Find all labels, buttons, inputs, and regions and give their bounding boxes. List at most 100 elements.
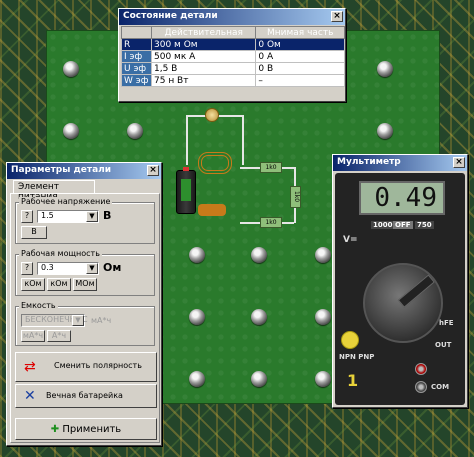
board-hole[interactable] — [63, 61, 79, 77]
probe-jack-red[interactable] — [415, 363, 427, 375]
row-imag: 0 В — [255, 62, 345, 75]
voltage-unit: В — [103, 209, 112, 222]
board-hole[interactable] — [189, 371, 205, 387]
row-key: I эф — [121, 50, 152, 63]
row-imag: 0 А — [255, 50, 345, 63]
table-header: Мнимая часть — [255, 26, 345, 39]
board-hole[interactable] — [377, 123, 393, 139]
swap-polarity-icon: ⇄ — [24, 359, 36, 375]
status-window-title: Состояние детали — [123, 11, 218, 21]
table-row[interactable]: I эф 500 мк А 0 А — [121, 50, 345, 63]
status-window-titlebar[interactable]: Состояние детали × — [119, 9, 345, 25]
apply-button[interactable]: ✚ Применить — [15, 418, 157, 440]
chevron-down-icon[interactable]: ▼ — [72, 315, 84, 326]
table-row[interactable]: W эф 75 н Вт – — [121, 74, 345, 87]
board-hole[interactable] — [189, 247, 205, 263]
unit-button[interactable]: МОм — [73, 278, 97, 291]
range-label: 1000 — [371, 221, 395, 229]
wire[interactable] — [242, 115, 244, 165]
capacity-unit: мА*ч — [91, 316, 112, 325]
voltage-prefix-button[interactable]: В — [21, 226, 47, 239]
table-header: Действительная — [150, 26, 257, 39]
close-icon[interactable]: × — [147, 165, 159, 176]
wire[interactable] — [186, 115, 188, 165]
board-hole[interactable] — [63, 123, 79, 139]
npn-pnp-label: NPN PNP — [339, 353, 375, 361]
status-window[interactable]: Состояние детали × Действительная Мнимая… — [118, 8, 346, 102]
battery-icon[interactable] — [176, 167, 196, 214]
board-hole[interactable] — [251, 309, 267, 325]
close-icon[interactable]: × — [331, 11, 343, 22]
multimeter-display: 0.49 — [359, 181, 445, 215]
row-real: 300 м Ом — [150, 38, 257, 51]
eternal-battery-label: Вечная батарейка — [46, 391, 123, 400]
params-window[interactable]: Параметры детали × Элемент питания Рабоч… — [6, 162, 162, 446]
params-window-titlebar[interactable]: Параметры детали × — [7, 163, 161, 179]
table-row[interactable]: R 300 м Ом 0 Ом — [121, 38, 345, 51]
capacity-unit-button[interactable]: А*ч — [47, 330, 71, 342]
apply-label: Применить — [62, 424, 122, 435]
row-imag: – — [255, 74, 345, 87]
help-button[interactable]: ? — [21, 262, 33, 275]
status-table: Действительная Мнимая часть R 300 м Ом 0… — [121, 26, 345, 87]
voltage-dc-label: V= — [343, 235, 358, 245]
board-hole[interactable] — [189, 309, 205, 325]
transistor-socket[interactable] — [341, 331, 359, 349]
board-hole[interactable] — [251, 371, 267, 387]
row-real: 500 мк А — [150, 50, 257, 63]
voltage-combo[interactable]: 1.5 ▼ — [37, 210, 99, 223]
close-icon[interactable]: × — [453, 157, 465, 168]
range-label: 750 — [415, 221, 434, 229]
unit-button[interactable]: кОм — [21, 278, 45, 291]
row-real: 1,5 В — [150, 62, 257, 75]
row-key: W эф — [121, 74, 152, 87]
power-value: 0.3 — [41, 263, 54, 272]
plus-icon: ✚ — [50, 424, 60, 435]
chevron-down-icon[interactable]: ▼ — [86, 263, 98, 274]
multimeter-title: Мультиметр — [337, 157, 401, 167]
model-number: 1 — [347, 371, 359, 390]
row-key: U эф — [121, 62, 152, 75]
capacity-combo[interactable]: БЕСКОНЕЧНОС ▼ — [21, 314, 88, 327]
range-label-off: OFF — [393, 221, 413, 229]
unit-button[interactable]: кОм — [47, 278, 71, 291]
voltage-value: 1.5 — [41, 211, 54, 220]
capacity-unit-button[interactable]: мА*ч — [21, 330, 45, 342]
board-hole[interactable] — [315, 247, 331, 263]
table-row[interactable]: U эф 1,5 В 0 В — [121, 62, 345, 75]
board-hole[interactable] — [315, 309, 331, 325]
com-label: COM — [431, 383, 450, 391]
probe-jack-com[interactable] — [415, 381, 427, 393]
capacitor-icon[interactable] — [198, 204, 226, 216]
table-header — [121, 26, 152, 39]
board-hole[interactable] — [251, 247, 267, 263]
swap-polarity-button[interactable]: ⇄ Сменить полярность — [15, 352, 157, 382]
multimeter-window[interactable]: Мультиметр × 0.49 1000 OFF 750 V= hFE NP… — [332, 154, 468, 408]
inductor-icon[interactable] — [198, 152, 232, 174]
params-window-title: Параметры детали — [11, 165, 112, 175]
multimeter-body: 0.49 1000 OFF 750 V= hFE NPN PNP 1 OUT C… — [335, 173, 465, 405]
row-key: R — [121, 38, 152, 51]
board-hole[interactable] — [315, 371, 331, 387]
cross-icon: ✕ — [24, 388, 36, 404]
resistor-2[interactable]: 1k0 — [290, 186, 301, 208]
range-selector-knob[interactable] — [363, 263, 443, 343]
row-real: 75 н Вт — [150, 74, 257, 87]
tab-power-element[interactable]: Элемент питания — [13, 180, 95, 202]
swap-polarity-label: Сменить полярность — [54, 361, 142, 370]
voltage-group-label: Рабочее напряжение — [19, 197, 113, 206]
knob-pointer — [397, 274, 435, 308]
board-hole[interactable] — [377, 61, 393, 77]
out-label: OUT — [435, 341, 452, 349]
chevron-down-icon[interactable]: ▼ — [86, 211, 98, 222]
multimeter-titlebar[interactable]: Мультиметр × — [333, 155, 467, 171]
eternal-battery-button[interactable]: ✕ Вечная батарейка — [15, 384, 157, 408]
power-combo[interactable]: 0.3 ▼ — [37, 262, 99, 275]
help-button[interactable]: ? — [21, 210, 33, 223]
resistor-3[interactable]: 1k0 — [260, 217, 282, 228]
resistor-1[interactable]: 1k0 — [260, 162, 282, 173]
board-hole[interactable] — [127, 123, 143, 139]
power-unit: Ом — [103, 261, 122, 274]
params-panel: Рабочее напряжение ? 1.5 ▼ В В Рабочая м… — [10, 193, 160, 443]
lamp-icon[interactable] — [205, 108, 219, 122]
